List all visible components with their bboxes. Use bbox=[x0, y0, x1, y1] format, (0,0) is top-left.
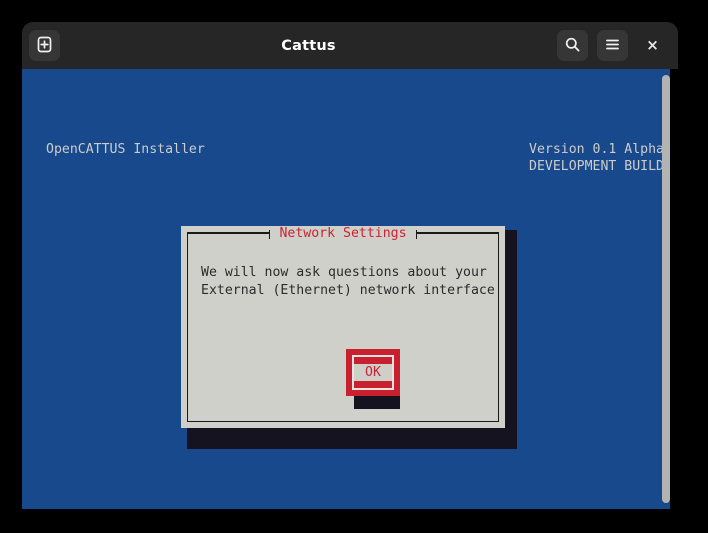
ok-button[interactable]: OK bbox=[346, 349, 400, 396]
terminal-content-area[interactable]: OpenCATTUS Installer Version 0.1 Alpha D… bbox=[22, 69, 678, 509]
search-button[interactable] bbox=[557, 30, 588, 61]
installer-title-line: OpenCATTUS Installer bbox=[46, 142, 205, 157]
ok-button-focus-frame: OK bbox=[352, 355, 394, 390]
build-line: DEVELOPMENT BUILD bbox=[529, 159, 664, 174]
tty-screen: OpenCATTUS Installer Version 0.1 Alpha D… bbox=[22, 69, 670, 509]
titlebar-right-controls: × bbox=[557, 30, 668, 61]
new-tab-plus-icon bbox=[36, 36, 53, 56]
menu-button[interactable] bbox=[597, 30, 628, 61]
dialog-title: Network Settings bbox=[270, 226, 416, 241]
version-line: Version 0.1 Alpha bbox=[529, 142, 664, 157]
dialog-message-line-1: We will now ask questions about your bbox=[201, 265, 487, 280]
window-titlebar: Cattus × bbox=[22, 22, 678, 69]
dialog-title-rule-right bbox=[415, 230, 499, 239]
close-icon: × bbox=[646, 36, 659, 54]
close-button[interactable]: × bbox=[637, 30, 668, 61]
dialog-title-rule-left bbox=[188, 230, 271, 239]
dialog-inner-frame: Network Settings We will now ask questio… bbox=[187, 226, 499, 422]
search-icon bbox=[564, 36, 581, 56]
hamburger-menu-icon bbox=[604, 36, 621, 56]
terminal-window: Cattus × OpenCATTUS Installer Version 0.… bbox=[22, 22, 678, 509]
ok-button-label: OK bbox=[354, 364, 392, 381]
dialog-message-line-2: External (Ethernet) network interface bbox=[201, 282, 495, 298]
new-tab-button[interactable] bbox=[29, 30, 60, 61]
terminal-scrollbar[interactable] bbox=[662, 69, 670, 509]
scrollbar-thumb[interactable] bbox=[662, 75, 670, 503]
window-title: Cattus bbox=[281, 37, 336, 54]
network-settings-dialog: Network Settings We will now ask questio… bbox=[181, 226, 505, 428]
dialog-title-row: Network Settings bbox=[188, 225, 499, 242]
dialog-message: We will now ask questions about your Ext… bbox=[201, 264, 495, 299]
